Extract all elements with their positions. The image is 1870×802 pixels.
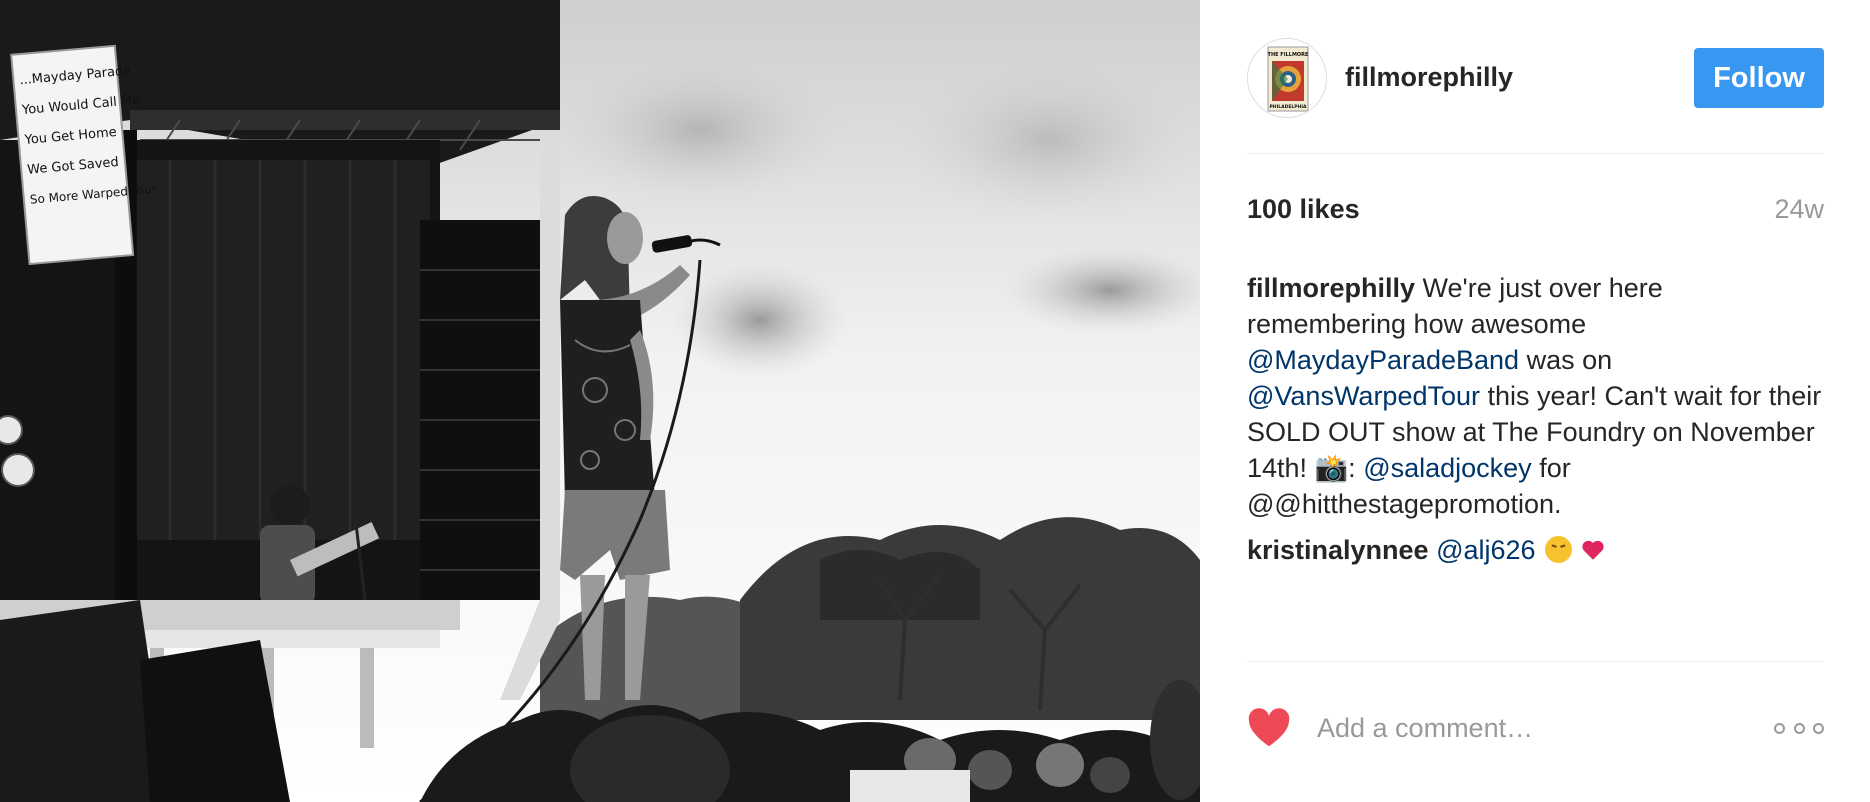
caption-mention[interactable]: @saladjockey (1363, 453, 1532, 483)
divider (1247, 661, 1824, 662)
caption-username[interactable]: fillmorephilly (1247, 273, 1415, 303)
caption-mention[interactable]: @MaydayParadeBand (1247, 345, 1519, 375)
persevering-face-icon (1545, 536, 1573, 563)
caption-mention[interactable]: @VansWarpedTour (1247, 381, 1480, 411)
post-photo[interactable]: ...Mayday Parade You Would Call Me You G… (0, 0, 1200, 802)
likes-count[interactable]: 100 likes (1247, 194, 1360, 225)
comment-input[interactable] (1317, 710, 1737, 746)
dot (1793, 722, 1805, 734)
post-meta: 100 likes 24w (1247, 194, 1824, 230)
avatar-text-top: THE FILLMORE (1268, 52, 1309, 58)
caption-text: was on (1519, 345, 1613, 375)
avatar-text-bottom: PHILADELPHIA (1270, 104, 1308, 110)
dot (1774, 722, 1785, 734)
post-actions (1247, 706, 1824, 754)
fillmore-poster-icon: THE FILLMORE PHILADELPHIA (1248, 39, 1326, 117)
side-panel-content: THE FILLMORE PHILADELPHIA fillmorephilly… (1247, 0, 1824, 802)
post-age[interactable]: 24w (1774, 194, 1824, 225)
post-header: THE FILLMORE PHILADELPHIA fillmorephilly… (1247, 0, 1824, 154)
heart-icon[interactable] (1247, 708, 1291, 748)
follow-button[interactable]: Follow (1694, 48, 1824, 108)
red-heart-icon (1582, 540, 1604, 560)
post-side-panel: THE FILLMORE PHILADELPHIA fillmorephilly… (1200, 0, 1870, 802)
instagram-post: ...Mayday Parade You Would Call Me You G… (0, 0, 1870, 802)
concert-photo-illustration: ...Mayday Parade You Would Call Me You G… (0, 0, 1200, 802)
dot (1813, 722, 1824, 734)
comment-item: kristinalynnee @alj626 (1247, 532, 1824, 568)
comment-username[interactable]: kristinalynnee (1247, 535, 1429, 565)
avatar[interactable]: THE FILLMORE PHILADELPHIA (1247, 38, 1327, 118)
more-options-icon[interactable] (1774, 720, 1824, 736)
post-username[interactable]: fillmorephilly (1345, 62, 1513, 93)
post-caption: fillmorephilly We're just over here reme… (1247, 270, 1824, 522)
comment-mention[interactable]: @alj626 (1436, 535, 1535, 565)
